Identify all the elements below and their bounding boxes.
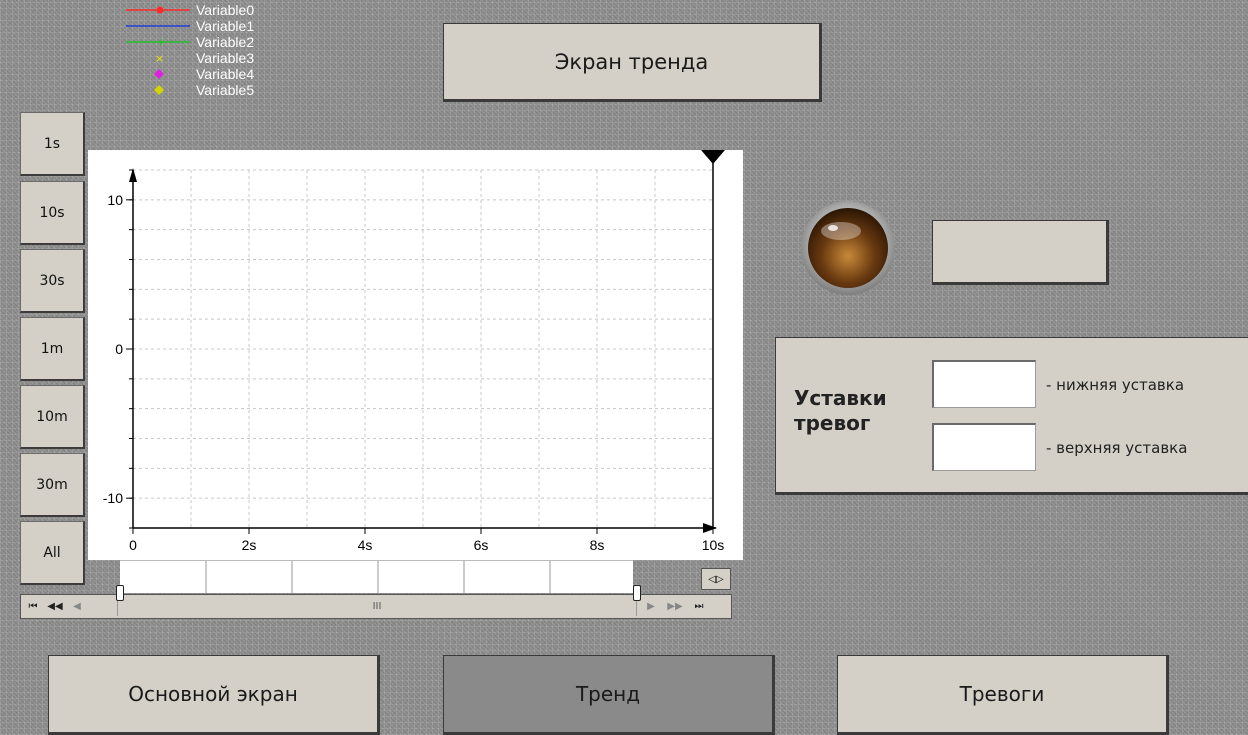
x-axis-arrow <box>703 523 717 533</box>
scroll-thumb[interactable]: III <box>117 597 637 616</box>
x-tick-label: 4s <box>358 537 373 553</box>
alarm-setpoints-panel: Уставки тревог - нижняя уставка - верхня… <box>775 337 1248 495</box>
go-to-start-button[interactable]: ⏮ <box>23 597 43 616</box>
alarm-title-line1: Уставки <box>794 386 887 410</box>
time-cursor-marker <box>701 150 725 164</box>
high-setpoint-label: - верхняя уставка <box>1046 439 1188 457</box>
legend-marker-icon: + <box>126 36 190 49</box>
time-range-button[interactable]: All <box>20 521 85 585</box>
nav-main-screen-button[interactable]: Основной экран <box>48 655 380 735</box>
chart-svg: 10 0 -10 0 2s 4s 6s 8s 10s <box>103 150 725 553</box>
legend-label: Variable1 <box>196 18 255 34</box>
time-range-button[interactable]: 10s <box>20 181 85 245</box>
legend-marker-icon: × <box>155 52 164 65</box>
legend-marker-icon <box>126 25 190 27</box>
high-setpoint-input[interactable] <box>932 423 1036 471</box>
legend-item: Variable0 <box>120 2 254 18</box>
x-tick-label: 2s <box>242 537 257 553</box>
range-start-handle[interactable] <box>116 585 124 601</box>
x-tick-label: 8s <box>590 537 605 553</box>
nav-alarms-button[interactable]: Тревоги <box>837 655 1169 735</box>
legend-item: Variable5 <box>120 82 254 98</box>
scroll-thumb-grip: III <box>372 601 382 612</box>
status-lamp-icon <box>801 201 895 295</box>
page-title: Экран тренда <box>443 23 822 102</box>
legend-label: Variable0 <box>196 2 255 18</box>
scroll-left-button[interactable]: ◀ <box>67 597 87 616</box>
legend-label: Variable5 <box>196 82 255 98</box>
legend-marker-icon <box>154 85 164 95</box>
low-setpoint-input[interactable] <box>932 360 1036 408</box>
legend-item: + Variable2 <box>120 34 254 50</box>
nav-trend-button[interactable]: Тренд <box>443 655 775 735</box>
svg-text:+: + <box>156 36 165 49</box>
legend-label: Variable2 <box>196 34 255 50</box>
y-tick-label: 0 <box>115 341 123 357</box>
time-scrollbar[interactable]: ⏮ ◀◀ ◀ III ▶ ▶▶ ⏭ <box>20 585 732 619</box>
legend-label: Variable3 <box>196 50 255 66</box>
x-tick-label: 6s <box>474 537 489 553</box>
y-tick-label: -10 <box>103 490 123 506</box>
step-back-button[interactable]: ◀◀ <box>45 597 65 616</box>
legend-label: Variable4 <box>196 66 255 82</box>
y-tick-label: 10 <box>107 192 123 208</box>
legend-item: Variable1 <box>120 18 254 34</box>
timeline-overview[interactable] <box>120 560 633 593</box>
step-forward-button[interactable]: ▶▶ <box>665 597 685 616</box>
low-setpoint-label: - нижняя уставка <box>1046 376 1185 394</box>
go-to-end-button[interactable]: ⏭ <box>689 597 709 616</box>
time-range-button[interactable]: 10m <box>20 385 85 449</box>
x-tick-label: 10s <box>702 537 725 553</box>
legend-marker-icon <box>126 6 190 14</box>
time-range-button[interactable]: 1m <box>20 317 85 381</box>
chart-legend: Variable0 Variable1 + Variable2 × Variable3 Va… <box>120 0 290 148</box>
legend-item: Variable4 <box>120 66 254 82</box>
range-end-handle[interactable] <box>633 585 641 601</box>
legend-item: × Variable3 <box>120 50 254 66</box>
svg-text:×: × <box>155 52 164 65</box>
timeline-ticks <box>205 561 551 593</box>
alarm-setpoints-title: Уставки тревог <box>794 386 924 436</box>
time-range-button[interactable]: 1s <box>20 112 85 176</box>
value-display <box>932 220 1109 285</box>
trend-chart[interactable]: 10 0 -10 0 2s 4s 6s 8s 10s <box>88 150 743 560</box>
alarm-title-line2: тревог <box>794 411 871 435</box>
time-range-button[interactable]: 30s <box>20 249 85 313</box>
time-range-button[interactable]: 30m <box>20 453 85 517</box>
legend-marker-icon <box>154 69 164 79</box>
zoom-fit-button[interactable]: ◁▷ <box>701 568 731 590</box>
x-tick-label: 0 <box>129 537 137 553</box>
scroll-right-button[interactable]: ▶ <box>641 597 661 616</box>
